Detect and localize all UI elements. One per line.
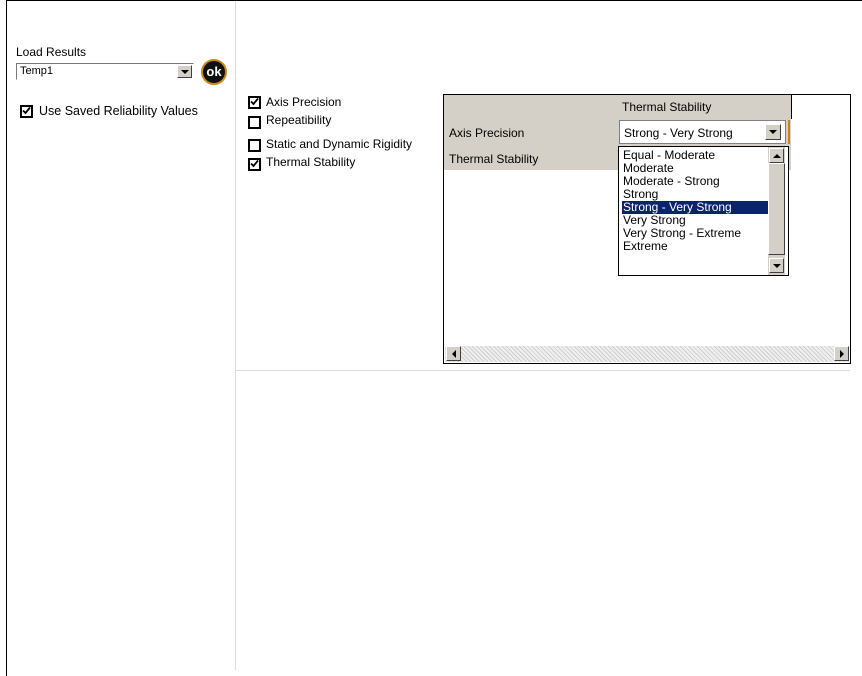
- scroll-up-icon[interactable]: [769, 148, 784, 163]
- criterion-label-thermal-stability: Thermal Stability: [266, 155, 356, 169]
- checkmark-icon: [22, 106, 31, 115]
- checkmark-icon: [250, 159, 259, 168]
- dropdown-scroll-thumb[interactable]: [768, 163, 785, 255]
- comparison-dropdown-list: Equal - Moderate Moderate Moderate - Str…: [618, 146, 789, 276]
- dropdown-option[interactable]: Extreme: [622, 240, 769, 253]
- grid-column-header: Thermal Stability: [622, 100, 712, 114]
- panel-divider-horizontal: [236, 370, 850, 371]
- criterion-label-axis-precision: Axis Precision: [266, 95, 342, 109]
- comparison-cell-select[interactable]: Strong - Very Strong: [619, 120, 786, 144]
- criterion-checkbox-axis-precision[interactable]: [248, 96, 261, 109]
- criterion-checkbox-repeatibility[interactable]: [248, 116, 261, 129]
- use-saved-reliability-label: Use Saved Reliability Values: [39, 104, 198, 118]
- load-results-label: Load Results: [16, 45, 87, 59]
- chevron-down-icon[interactable]: [765, 124, 781, 140]
- window-border-top: [6, 0, 862, 1]
- criterion-label-static-dynamic-rigidity: Static and Dynamic Rigidity: [266, 137, 413, 151]
- scroll-left-icon[interactable]: [446, 346, 461, 361]
- scroll-right-icon[interactable]: [834, 346, 849, 361]
- use-saved-reliability-checkbox[interactable]: [20, 105, 33, 118]
- dropdown-scrollbar[interactable]: [768, 147, 785, 275]
- grid-column-divider: [791, 95, 792, 119]
- grid-row-label-axis-precision: Axis Precision: [449, 126, 525, 140]
- chevron-down-icon[interactable]: [177, 65, 192, 78]
- grid-horizontal-scrollbar[interactable]: [445, 346, 849, 362]
- ok-button[interactable]: ok: [201, 59, 227, 85]
- criterion-checkbox-thermal-stability[interactable]: [248, 158, 261, 171]
- grid-row-label-thermal-stability: Thermal Stability: [449, 152, 539, 166]
- criterion-checkbox-static-dynamic-rigidity[interactable]: [248, 139, 261, 152]
- load-results-select[interactable]: Temp1: [16, 63, 194, 80]
- checkmark-icon: [250, 97, 259, 106]
- comparison-cell-value: Strong - Very Strong: [624, 126, 733, 140]
- cell-focus-marker: [788, 120, 790, 144]
- load-results-value: Temp1: [20, 65, 54, 77]
- scroll-down-icon[interactable]: [769, 258, 784, 273]
- criterion-label-repeatibility: Repeatibility: [266, 113, 332, 127]
- window-border-left: [6, 0, 7, 676]
- panel-divider-vertical: [235, 1, 236, 670]
